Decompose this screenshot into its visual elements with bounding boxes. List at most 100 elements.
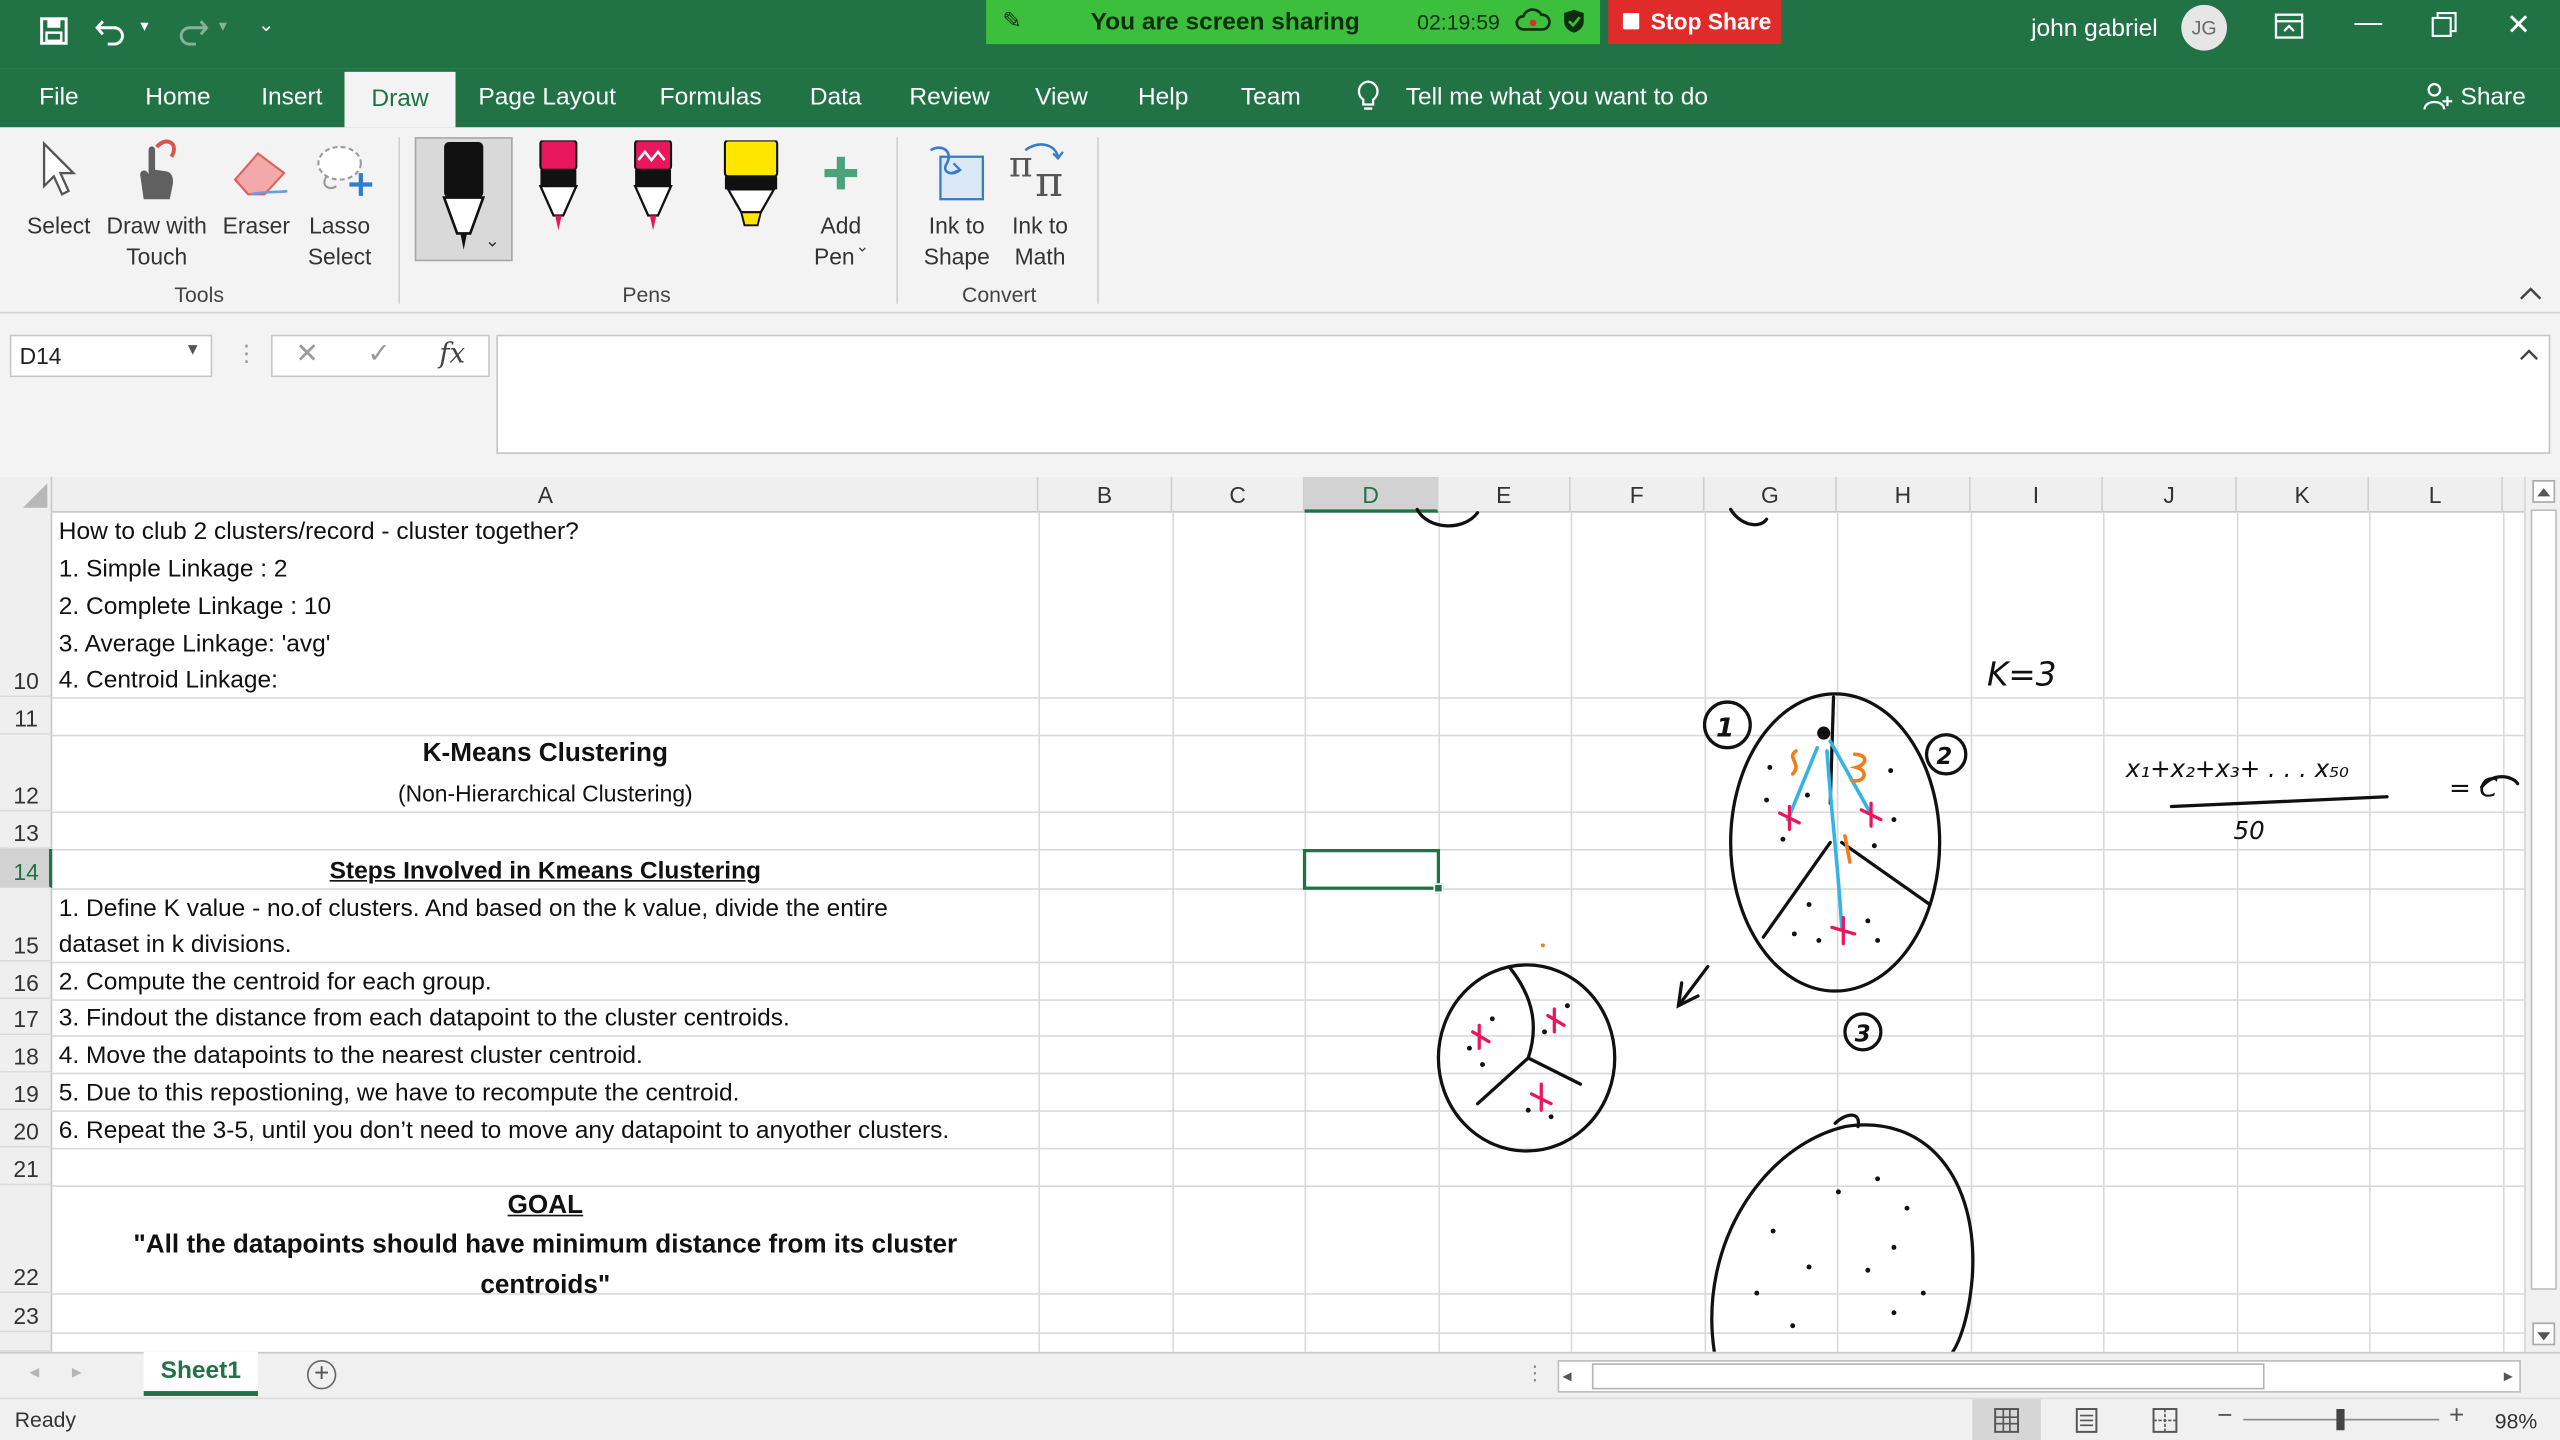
normal-view-button[interactable] <box>1972 1399 2041 1440</box>
formula-input[interactable] <box>496 334 2551 454</box>
zoom-slider-track[interactable] <box>2243 1409 2440 1431</box>
tab-draw[interactable]: Draw <box>344 71 456 128</box>
tab-home[interactable]: Home <box>145 83 210 111</box>
undo-dropdown-icon[interactable]: ▾ <box>140 18 148 36</box>
save-icon[interactable] <box>39 16 68 54</box>
zoom-in-icon[interactable]: + <box>2449 1402 2464 1431</box>
group-divider <box>398 137 401 304</box>
k-value-label: K=3 <box>1987 656 2057 694</box>
small-cluster-divider <box>1475 966 1583 1106</box>
tab-page-layout[interactable]: Page Layout <box>478 83 616 111</box>
tab-file[interactable]: File <box>39 83 78 111</box>
data-point <box>1865 918 1871 924</box>
data-point <box>1480 1062 1485 1067</box>
page-layout-view-icon[interactable] <box>2074 1407 2100 1438</box>
stop-share-button[interactable]: Stop Share <box>1608 0 1782 45</box>
tab-formulas[interactable]: Formulas <box>660 83 762 111</box>
pink-pen-icon[interactable] <box>536 140 582 235</box>
data-point <box>1920 1290 1926 1296</box>
redo-dropdown-icon[interactable]: ▾ <box>219 18 227 36</box>
eraser-label: Eraser <box>222 212 290 239</box>
add-pen-label-1: Add <box>820 212 862 239</box>
page-break-view-icon[interactable] <box>2152 1407 2178 1438</box>
tab-data[interactable]: Data <box>810 83 862 111</box>
scroll-sheets-left-icon[interactable]: ◂ <box>29 1360 39 1383</box>
data-point <box>1806 1264 1812 1270</box>
ink-stroke <box>1729 507 1769 527</box>
name-box-value: D14 <box>19 342 62 369</box>
share-button[interactable]: Share <box>2460 83 2525 111</box>
tab-help[interactable]: Help <box>1138 83 1188 111</box>
normal-view-icon <box>1994 1408 2019 1433</box>
cluster-2-label: 2 <box>1936 744 1952 770</box>
tab-insert[interactable]: Insert <box>261 83 322 111</box>
sheet-tab-sheet1[interactable]: Sheet1 <box>143 1351 258 1396</box>
zoom-out-icon[interactable]: − <box>2217 1402 2232 1431</box>
collapse-ribbon-icon[interactable] <box>2519 281 2542 307</box>
horizontal-scroll-thumb[interactable] <box>1591 1363 2265 1390</box>
tab-view[interactable]: View <box>1035 83 1088 111</box>
svg-text:π: π <box>1009 144 1033 185</box>
avatar[interactable]: JG <box>2181 4 2228 51</box>
customize-toolbar-icon[interactable]: ⌄ <box>258 13 274 36</box>
pink-centroid-star <box>1859 801 1883 828</box>
scroll-up-icon[interactable] <box>2532 480 2556 503</box>
worksheet-grid[interactable]: A B C D E F G H I J K L 10 11 12 13 14 1… <box>0 476 2525 1352</box>
lasso-label-1: Lasso <box>309 212 371 239</box>
enter-check-icon[interactable]: ✓ <box>367 338 390 371</box>
data-point <box>1835 1189 1841 1195</box>
data-point <box>1891 817 1897 823</box>
zoom-slider-thumb[interactable] <box>2336 1409 2345 1431</box>
data-point <box>1466 1045 1472 1051</box>
scroll-down-icon[interactable] <box>2532 1322 2556 1346</box>
new-sheet-plus-icon[interactable]: + <box>306 1360 337 1390</box>
pen-options-chevron-icon[interactable]: ⌄ <box>485 230 500 252</box>
data-point <box>1875 1176 1881 1182</box>
data-point <box>1770 1228 1776 1234</box>
draw-ribbon: Select Draw with Touch Eraser Lasso Sele… <box>0 127 2560 314</box>
cloud-icon <box>1515 7 1551 41</box>
undo-icon[interactable] <box>95 15 131 56</box>
share-person-icon[interactable] <box>2423 82 2453 118</box>
tab-team[interactable]: Team <box>1241 83 1301 111</box>
horizontal-scrollbar[interactable]: ◂ ▸ <box>1557 1360 2521 1393</box>
name-box[interactable]: D14 ▼ <box>9 334 213 378</box>
ink-to-shape-label-1: Ink to <box>928 212 985 239</box>
tab-review[interactable]: Review <box>909 83 989 111</box>
black-pen-icon <box>442 142 486 250</box>
scroll-sheets-right-icon[interactable]: ▸ <box>72 1360 82 1383</box>
pen-black-selected[interactable]: ⌄ <box>414 137 513 262</box>
scroll-right-icon[interactable]: ▸ <box>2504 1365 2513 1387</box>
pink-centroid-star <box>1529 1082 1553 1112</box>
yellow-highlighter-icon[interactable] <box>722 140 781 235</box>
scroll-left-icon[interactable]: ◂ <box>1562 1365 1571 1387</box>
ribbon-tabs: File Home Insert Draw Page Layout Formul… <box>0 68 2560 128</box>
orange-mark <box>1849 752 1867 783</box>
cancel-icon[interactable]: ✕ <box>296 338 319 371</box>
pink-pattern-pen-icon[interactable] <box>630 140 676 235</box>
lightbulb-icon <box>1355 78 1381 117</box>
name-box-dropdown-icon[interactable]: ▼ <box>185 341 201 359</box>
redo-icon[interactable] <box>173 15 209 56</box>
pink-centroid-star <box>1778 804 1801 832</box>
pin-icon[interactable]: ✎ <box>1002 7 1021 35</box>
pink-centroid-star <box>1471 1023 1491 1050</box>
tell-me-search[interactable]: Tell me what you want to do <box>1406 83 1708 111</box>
vertical-scroll-thumb[interactable] <box>2530 509 2557 1290</box>
insert-function-button[interactable]: fx <box>439 338 465 371</box>
restore-icon[interactable] <box>2431 11 2457 45</box>
user-name[interactable]: john gabriel <box>2031 15 2158 43</box>
ink-to-math-label-1: Ink to <box>1012 212 1068 239</box>
tab-split-grip-icon[interactable]: ⋮ <box>1525 1362 1545 1385</box>
ribbon-display-options-icon[interactable] <box>2274 13 2304 47</box>
tools-group-label: Tools <box>174 282 224 307</box>
vertical-scrollbar[interactable] <box>2524 476 2560 1352</box>
data-point <box>1542 1029 1547 1035</box>
collapse-formula-bar-icon[interactable] <box>2519 340 2539 369</box>
zoom-level[interactable]: 98% <box>2495 1409 2538 1433</box>
orange-mark <box>1843 834 1852 864</box>
close-icon[interactable]: ✕ <box>2506 8 2531 42</box>
minimize-icon[interactable]: — <box>2354 7 2382 40</box>
formula-bar-grip-icon[interactable]: ⋮ <box>235 340 258 368</box>
data-point <box>1767 764 1773 770</box>
